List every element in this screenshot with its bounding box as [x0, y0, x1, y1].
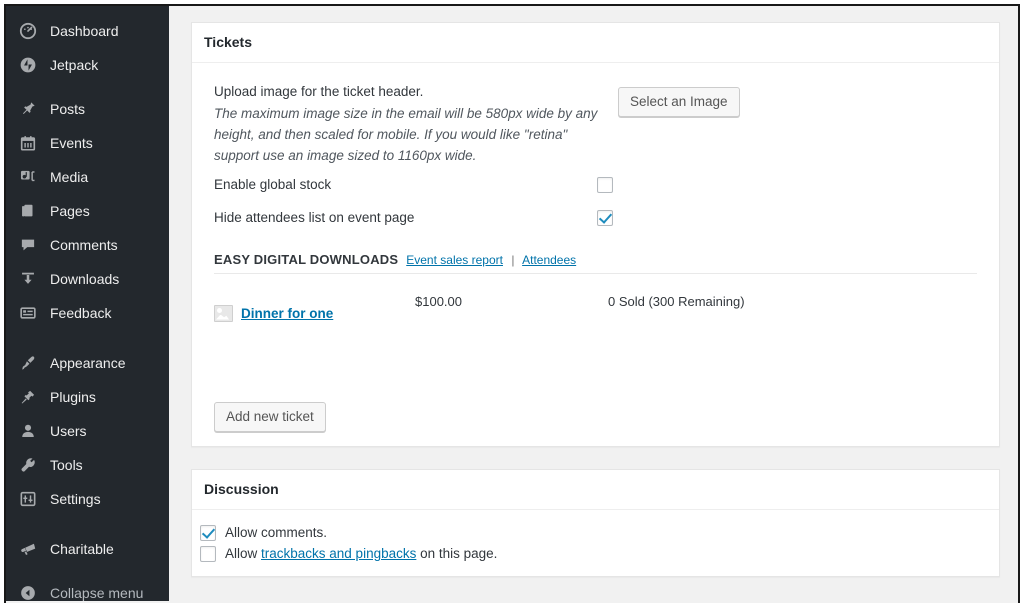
pin-icon [18, 99, 38, 119]
upload-image-row: Upload image for the ticket header. The … [204, 75, 987, 168]
screenshot-root: Dashboard Jetpack Posts Events Media Pag… [0, 0, 1024, 611]
sidebar-divider [6, 82, 169, 92]
upload-description-text: The maximum image size in the email will… [214, 106, 598, 163]
ticket-name-link[interactable]: Dinner for one [241, 306, 415, 321]
sidebar-item-label: Users [50, 423, 87, 439]
allow-comments-checkbox[interactable] [200, 524, 216, 541]
enable-global-stock-checkbox[interactable] [597, 176, 613, 193]
sidebar-item-label: Tools [50, 457, 83, 473]
jetpack-icon [18, 55, 38, 75]
wrench-icon [18, 455, 38, 475]
content-area: Tickets Upload image for the ticket head… [169, 6, 1018, 603]
sidebar-item-label: Charitable [50, 541, 114, 557]
tickets-panel-title: Tickets [192, 23, 999, 63]
hide-attendees-list-row: Hide attendees list on event page [204, 201, 987, 234]
discussion-panel-title: Discussion [192, 470, 999, 510]
hide-attendees-list-label: Hide attendees list on event page [214, 210, 415, 225]
sidebar-item-label: Dashboard [50, 23, 119, 39]
admin-sidebar: Dashboard Jetpack Posts Events Media Pag… [6, 6, 169, 601]
sidebar-item-events[interactable]: Events [6, 126, 169, 160]
add-new-ticket-button[interactable]: Add new ticket [214, 402, 326, 432]
allow-trackbacks-checkbox[interactable] [200, 545, 216, 562]
sidebar-item-posts[interactable]: Posts [6, 92, 169, 126]
sidebar-item-comments[interactable]: Comments [6, 228, 169, 262]
collapse-arrow-icon [18, 583, 38, 603]
sidebar-item-label: Appearance [50, 355, 126, 371]
sidebar-item-appearance[interactable]: Appearance [6, 346, 169, 380]
upload-lead-text: Upload image for the ticket header. [214, 84, 424, 99]
sidebar-divider [6, 330, 169, 346]
event-sales-report-link[interactable]: Event sales report [406, 253, 503, 267]
plug-icon [18, 387, 38, 407]
sidebar-item-charitable[interactable]: Charitable [6, 532, 169, 566]
sidebar-item-label: Feedback [50, 305, 112, 321]
panel-spacer [191, 447, 1000, 469]
tickets-panel: Tickets Upload image for the ticket head… [191, 22, 1000, 447]
sidebar-item-jetpack[interactable]: Jetpack [6, 48, 169, 82]
feedback-icon [18, 303, 38, 323]
add-ticket-row: Add new ticket [204, 330, 987, 434]
sidebar-divider [6, 516, 169, 532]
sidebar-collapse-label: Collapse menu [50, 585, 144, 601]
user-icon [18, 421, 38, 441]
browser-frame: Dashboard Jetpack Posts Events Media Pag… [4, 4, 1020, 603]
edd-links: Event sales report | Attendees [406, 253, 576, 267]
allow-comments-label: Allow comments. [225, 525, 328, 540]
sidebar-collapse-menu[interactable]: Collapse menu [6, 576, 169, 603]
paintbrush-icon [18, 353, 38, 373]
media-icon [18, 167, 38, 187]
sidebar-item-tools[interactable]: Tools [6, 448, 169, 482]
hide-attendees-list-checkbox[interactable] [597, 209, 613, 226]
allow-trackbacks-suffix: on this page. [416, 546, 498, 561]
edd-link-separator: | [511, 253, 515, 267]
sidebar-item-downloads[interactable]: Downloads [6, 262, 169, 296]
sidebar-item-media[interactable]: Media [6, 160, 169, 194]
comment-icon [18, 235, 38, 255]
sidebar-item-label: Settings [50, 491, 101, 507]
tickets-panel-body: Upload image for the ticket header. The … [192, 63, 999, 446]
sidebar-item-label: Plugins [50, 389, 96, 405]
enable-global-stock-row: Enable global stock [204, 168, 987, 201]
allow-trackbacks-prefix: Allow [225, 546, 262, 561]
discussion-panel: Discussion Allow comments. Allow trackba… [191, 469, 1000, 577]
sidebar-item-pages[interactable]: Pages [6, 194, 169, 228]
edd-section-header: EASY DIGITAL DOWNLOADS Event sales repor… [204, 234, 987, 273]
sidebar-divider [6, 566, 169, 576]
sidebar-item-settings[interactable]: Settings [6, 482, 169, 516]
sidebar-item-dashboard[interactable]: Dashboard [6, 14, 169, 48]
enable-global-stock-label: Enable global stock [214, 177, 332, 192]
download-icon [18, 269, 38, 289]
dashboard-icon [18, 21, 38, 41]
allow-trackbacks-label: Allow trackbacks and pingbacks on this p… [225, 546, 497, 561]
allow-trackbacks-row: Allow trackbacks and pingbacks on this p… [200, 543, 999, 564]
sidebar-item-label: Media [50, 169, 89, 185]
sliders-icon [18, 489, 38, 509]
edd-title: EASY DIGITAL DOWNLOADS [214, 252, 399, 267]
pages-icon [18, 201, 38, 221]
ticket-row: Dinner for one $100.00 0 Sold (300 Remai… [204, 274, 987, 330]
trackbacks-and-pingbacks-link[interactable]: trackbacks and pingbacks [261, 546, 416, 561]
discussion-panel-body: Allow comments. Allow trackbacks and pin… [192, 510, 999, 576]
sidebar-item-label: Posts [50, 101, 86, 117]
sidebar-item-feedback[interactable]: Feedback [6, 296, 169, 330]
sidebar-item-label: Downloads [50, 271, 120, 287]
select-an-image-button[interactable]: Select an Image [618, 87, 740, 117]
sidebar-item-label: Comments [50, 237, 118, 253]
calendar-icon [18, 133, 38, 153]
sidebar-item-plugins[interactable]: Plugins [6, 380, 169, 414]
sidebar-item-label: Events [50, 135, 93, 151]
ticket-stock-status: 0 Sold (300 Remaining) [608, 293, 745, 309]
sidebar-item-label: Jetpack [50, 57, 99, 73]
attendees-link[interactable]: Attendees [522, 253, 576, 267]
ticket-price: $100.00 [415, 293, 462, 309]
megaphone-icon [18, 539, 38, 559]
upload-text-block: Upload image for the ticket header. The … [214, 81, 604, 166]
allow-comments-row: Allow comments. [200, 522, 999, 543]
sidebar-item-label: Pages [50, 203, 90, 219]
ticket-thumbnail-placeholder-icon [214, 304, 233, 322]
sidebar-item-users[interactable]: Users [6, 414, 169, 448]
